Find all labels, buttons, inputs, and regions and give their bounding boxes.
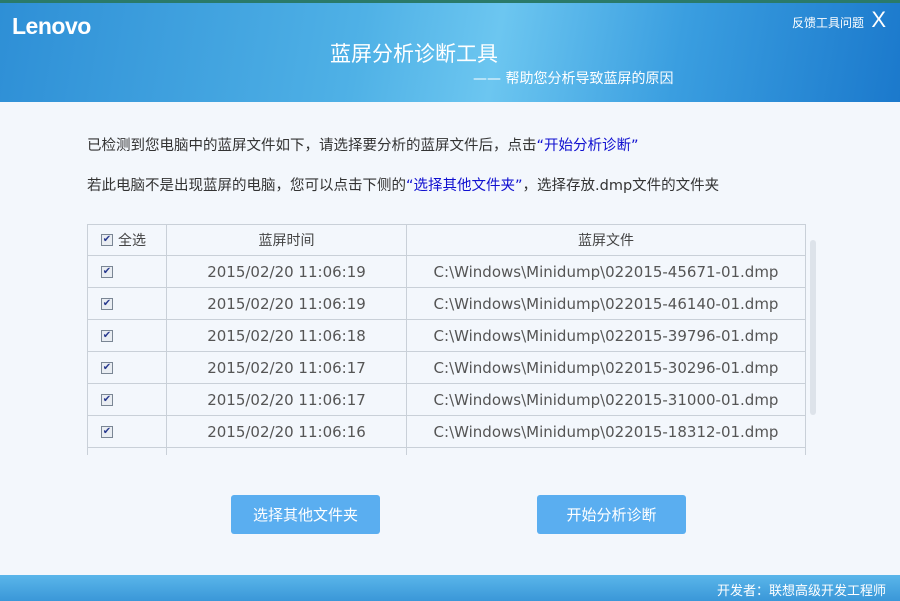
row-checkbox[interactable]: ✔ — [101, 297, 113, 310]
table-row[interactable]: ✔ 2015/02/20 11:06:16 C:\Windows\Minidump\… — [88, 416, 805, 448]
row-checkbox[interactable]: ✔ — [101, 265, 113, 278]
instruction-highlight: “选择其他文件夹” — [406, 178, 523, 194]
app-title: 蓝屏分析诊断工具 — [330, 42, 498, 66]
row-checkbox[interactable]: ✔ — [101, 361, 113, 374]
crash-time: 2015/02/20 11:06:19 — [167, 288, 407, 319]
instruction-text: 若此电脑不是出现蓝屏的电脑，您可以点击下侧的 — [87, 178, 406, 194]
dump-file-table: ✔ 全选 蓝屏时间 蓝屏文件 ✔ 2015/02/20 11:06:19 C:\Win… — [87, 224, 806, 455]
app-subtitle: —— 帮助您分析导致蓝屏的原因 — [473, 71, 674, 87]
instruction-highlight: “开始分析诊断” — [536, 138, 639, 154]
select-all-label: 全选 — [118, 233, 146, 249]
dump-file-path: C:\Windows\Minidump\022015-46140-01.dmp — [433, 294, 779, 313]
header-banner: Lenovo 反馈工具问题 X 蓝屏分析诊断工具 —— 帮助您分析导致蓝屏的原因 — [0, 0, 900, 102]
table-scrollbar[interactable] — [810, 240, 816, 415]
crash-time: 2015/02/20 11:06:17 — [167, 384, 407, 415]
table-row-partial — [88, 448, 805, 455]
column-header-file: 蓝屏文件 — [578, 233, 634, 249]
dump-file-path: C:\Windows\Minidump\022015-31000-01.dmp — [433, 390, 779, 409]
crash-time: 2015/02/20 11:06:17 — [167, 352, 407, 383]
instruction-line-1: 已检测到您电脑中的蓝屏文件如下，请选择要分析的蓝屏文件后，点击“开始分析诊断” — [87, 134, 639, 155]
dump-file-path: C:\Windows\Minidump\022015-30296-01.dmp — [433, 358, 779, 377]
crash-time: 2015/02/20 11:06:19 — [167, 256, 407, 287]
close-icon[interactable]: X — [871, 7, 886, 33]
footer-bar: 开发者：联想高级开发工程师 — [0, 575, 900, 601]
instruction-line-2: 若此电脑不是出现蓝屏的电脑，您可以点击下侧的“选择其他文件夹”，选择存放.dmp… — [87, 174, 719, 195]
table-row[interactable]: ✔ 2015/02/20 11:06:19 C:\Windows\Minidump\… — [88, 288, 805, 320]
row-checkbox[interactable]: ✔ — [101, 329, 113, 342]
developer-credit: 开发者：联想高级开发工程师 — [716, 584, 886, 599]
dump-file-path: C:\Windows\Minidump\022015-18312-01.dmp — [433, 422, 779, 441]
row-checkbox[interactable]: ✔ — [101, 425, 113, 438]
start-analysis-button[interactable]: 开始分析诊断 — [537, 495, 686, 534]
lenovo-logo: Lenovo — [12, 13, 91, 39]
select-other-folder-button[interactable]: 选择其他文件夹 — [231, 495, 380, 534]
column-header-time: 蓝屏时间 — [167, 225, 407, 255]
table-row[interactable]: ✔ 2015/02/20 11:06:17 C:\Windows\Minidump\… — [88, 352, 805, 384]
table-header: ✔ 全选 蓝屏时间 蓝屏文件 — [88, 225, 805, 256]
crash-time: 2015/02/20 11:06:16 — [167, 416, 407, 447]
row-checkbox[interactable]: ✔ — [101, 393, 113, 406]
dump-file-path: C:\Windows\Minidump\022015-39796-01.dmp — [433, 326, 779, 345]
checkbox-icon[interactable]: ✔ — [101, 234, 113, 246]
instruction-text: 已检测到您电脑中的蓝屏文件如下，请选择要分析的蓝屏文件后，点击 — [87, 138, 537, 154]
table-row[interactable]: ✔ 2015/02/20 11:06:19 C:\Windows\Minidump\… — [88, 256, 805, 288]
feedback-link[interactable]: 反馈工具问题 — [792, 14, 864, 31]
instruction-text: ，选择存放.dmp文件的文件夹 — [522, 178, 720, 194]
dump-file-path: C:\Windows\Minidump\022015-45671-01.dmp — [433, 262, 779, 281]
crash-time: 2015/02/20 11:06:18 — [167, 320, 407, 351]
table-row[interactable]: ✔ 2015/02/20 11:06:18 C:\Windows\Minidump\… — [88, 320, 805, 352]
table-row[interactable]: ✔ 2015/02/20 11:06:17 C:\Windows\Minidump\… — [88, 384, 805, 416]
select-all-checkbox[interactable]: ✔ 全选 — [88, 225, 167, 255]
